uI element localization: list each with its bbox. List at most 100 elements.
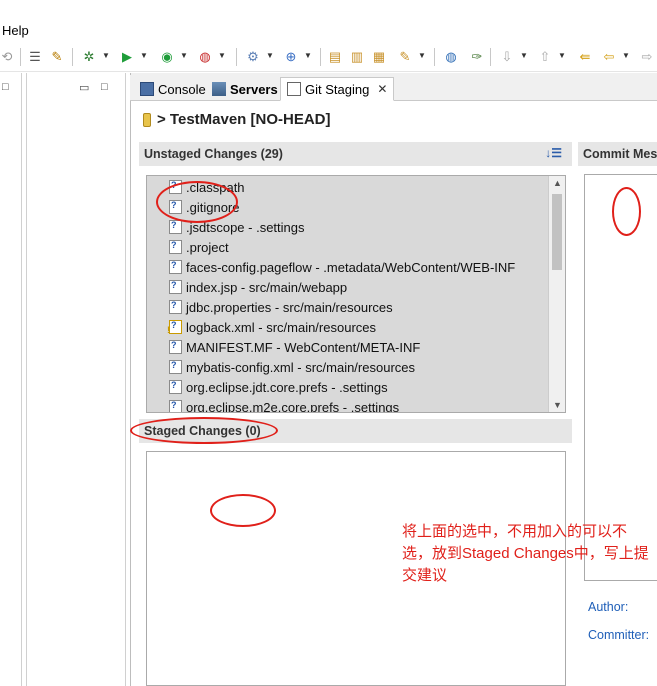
file-label: org.eclipse.jdt.core.prefs - .settings xyxy=(186,379,388,395)
untracked-file-icon: ? xyxy=(169,340,182,354)
toggle-breadcrumb-icon[interactable]: ☰ xyxy=(26,47,44,65)
toolbar-separator xyxy=(490,48,491,66)
new-server-icon[interactable]: ⚙ xyxy=(244,47,262,65)
previous-annotation-icon[interactable]: ⇧ xyxy=(536,47,554,65)
unstaged-changes-header: Unstaged Changes (29) ↓☰ xyxy=(139,142,572,166)
sort-icon[interactable]: ↓☰ xyxy=(545,146,562,160)
file-label: org.eclipse.m2e.core.prefs - .settings xyxy=(186,399,400,413)
annotation-circle xyxy=(210,494,276,527)
new-server-dropdown-icon[interactable]: ▼ xyxy=(266,51,274,61)
tab-console-label: Console xyxy=(158,81,206,97)
file-label: .project xyxy=(186,239,229,255)
untracked-file-icon: ? xyxy=(169,280,182,294)
file-label: MANIFEST.MF - WebContent/META-INF xyxy=(186,339,421,355)
list-item[interactable]: ? mybatis-config.xml - src/main/resources xyxy=(169,357,415,377)
run-icon[interactable]: ▶ xyxy=(118,47,136,65)
open-folder-icon[interactable]: ▦ xyxy=(370,47,388,65)
untracked-file-icon: ? xyxy=(169,240,182,254)
menu-help[interactable]: Help xyxy=(2,23,29,38)
commit-message-input[interactable] xyxy=(584,174,657,581)
toolbar-separator xyxy=(236,48,237,66)
git-staging-icon xyxy=(287,82,301,96)
list-item[interactable]: ? org.eclipse.jdt.core.prefs - .settings xyxy=(169,377,388,397)
toolbar-separator xyxy=(434,48,435,66)
search-icon[interactable]: ✎ xyxy=(396,47,414,65)
file-label: faces-config.pageflow - .metadata/WebCon… xyxy=(186,259,516,275)
globe-icon[interactable]: ◍ xyxy=(442,47,460,65)
untracked-file-icon: ? xyxy=(169,380,182,394)
pin-editor-icon[interactable]: ✑ xyxy=(468,47,486,65)
toolbar-separator xyxy=(320,48,321,66)
minimize-icon[interactable]: ▭ xyxy=(79,81,89,94)
next-annotation-dropdown-icon[interactable]: ▼ xyxy=(520,51,528,61)
search-dropdown-icon[interactable]: ▼ xyxy=(418,51,426,61)
vertical-scrollbar[interactable]: ▲ ▼ xyxy=(548,176,565,412)
debug-icon[interactable]: ✲ xyxy=(80,47,98,65)
run-last-icon[interactable]: ⟲ xyxy=(0,47,16,65)
previous-annotation-dropdown-icon[interactable]: ▼ xyxy=(558,51,566,61)
list-item[interactable]: ? .project xyxy=(169,237,229,257)
commit-message-label: Commit Mes xyxy=(583,147,657,161)
tab-servers-label: Servers xyxy=(230,81,278,97)
list-item[interactable]: ? index.jsp - src/main/webapp xyxy=(169,277,347,297)
tab-servers[interactable]: Servers xyxy=(206,77,284,101)
toolbar-separator xyxy=(20,48,21,66)
annotation-circle xyxy=(156,181,238,223)
list-item[interactable]: ? logback.xml - src/main/resources xyxy=(167,317,376,337)
list-item[interactable]: ? org.eclipse.m2e.core.prefs - .settings xyxy=(169,397,400,413)
left-view-strip: □ xyxy=(0,73,22,686)
close-icon[interactable]: ✕ xyxy=(377,82,387,96)
tab-git-staging-label: Git Staging xyxy=(305,81,370,97)
maximize-icon[interactable]: □ xyxy=(2,81,9,93)
new-java-class-icon[interactable]: ⊕ xyxy=(282,47,300,65)
console-icon xyxy=(140,82,154,96)
back-icon[interactable]: ⇦ xyxy=(600,47,618,65)
last-edit-icon[interactable]: ⇚ xyxy=(576,47,594,65)
repository-label: > TestMaven [NO-HEAD] xyxy=(157,111,331,128)
list-item[interactable]: ? jdbc.properties - src/main/resources xyxy=(169,297,393,317)
untracked-file-icon: ? xyxy=(169,360,182,374)
unstaged-changes-label: Unstaged Changes (29) xyxy=(144,147,283,161)
run-dropdown-icon[interactable]: ▼ xyxy=(140,51,148,61)
menu-bar: Help xyxy=(0,20,657,40)
repository-icon xyxy=(143,112,151,127)
scrollbar-thumb[interactable] xyxy=(552,194,562,270)
scroll-up-icon[interactable]: ▲ xyxy=(553,178,562,188)
untracked-file-icon: ? xyxy=(169,220,182,234)
file-label: logback.xml - src/main/resources xyxy=(186,319,376,335)
view-tab-bar: Console Servers Git Staging ✕ xyxy=(130,75,657,101)
main-toolbar: ⟲ ☰ ✎ ✲ ▼ ▶ ▼ ◉ ▼ ◍ ▼ ⚙ ▼ ⊕ ▼ ▤ ▥ ▦ ✎ ▼ … xyxy=(0,42,657,72)
new-class-dropdown-icon[interactable]: ▼ xyxy=(304,51,312,61)
servers-icon xyxy=(212,82,226,96)
debug-dropdown-icon[interactable]: ▼ xyxy=(102,51,110,61)
untracked-file-icon: ? xyxy=(169,260,182,274)
scroll-down-icon[interactable]: ▼ xyxy=(553,400,562,410)
coverage-dropdown-icon[interactable]: ▼ xyxy=(180,51,188,61)
next-annotation-icon[interactable]: ⇩ xyxy=(498,47,516,65)
commit-message-header: Commit Mes xyxy=(578,142,657,166)
tab-git-staging[interactable]: Git Staging ✕ xyxy=(280,77,395,101)
list-item[interactable]: ? faces-config.pageflow - .metadata/WebCo… xyxy=(169,257,515,277)
tab-console[interactable]: Console xyxy=(134,77,212,101)
committer-label: Committer: xyxy=(588,628,650,642)
external-tools-icon[interactable]: ◍ xyxy=(196,47,214,65)
coverage-icon[interactable]: ◉ xyxy=(158,47,176,65)
annotation-circle xyxy=(612,187,641,236)
file-label: index.jsp - src/main/webapp xyxy=(186,279,348,295)
annotation-circle xyxy=(130,417,278,444)
list-item[interactable]: ? MANIFEST.MF - WebContent/META-INF xyxy=(169,337,420,357)
toolbar-separator xyxy=(72,48,73,66)
file-label: mybatis-config.xml - src/main/resources xyxy=(186,359,415,375)
forward-icon[interactable]: ⇨ xyxy=(638,47,656,65)
open-task-icon[interactable]: ▥ xyxy=(348,47,366,65)
file-label: jdbc.properties - src/main/resources xyxy=(186,299,393,315)
mark-occurrences-icon[interactable]: ✎ xyxy=(48,47,66,65)
external-tools-dropdown-icon[interactable]: ▼ xyxy=(218,51,226,61)
maximize-icon[interactable]: □ xyxy=(101,81,108,93)
untracked-file-icon: ? xyxy=(169,300,182,314)
open-type-icon[interactable]: ▤ xyxy=(326,47,344,65)
side-view-panel: ▭ □ xyxy=(26,73,126,686)
author-label: Author: xyxy=(588,600,629,614)
back-dropdown-icon[interactable]: ▼ xyxy=(622,51,630,61)
annotation-note: 将上面的选中，不用加入的可以不选，放到Staged Changes中，写上提交建… xyxy=(402,523,649,584)
